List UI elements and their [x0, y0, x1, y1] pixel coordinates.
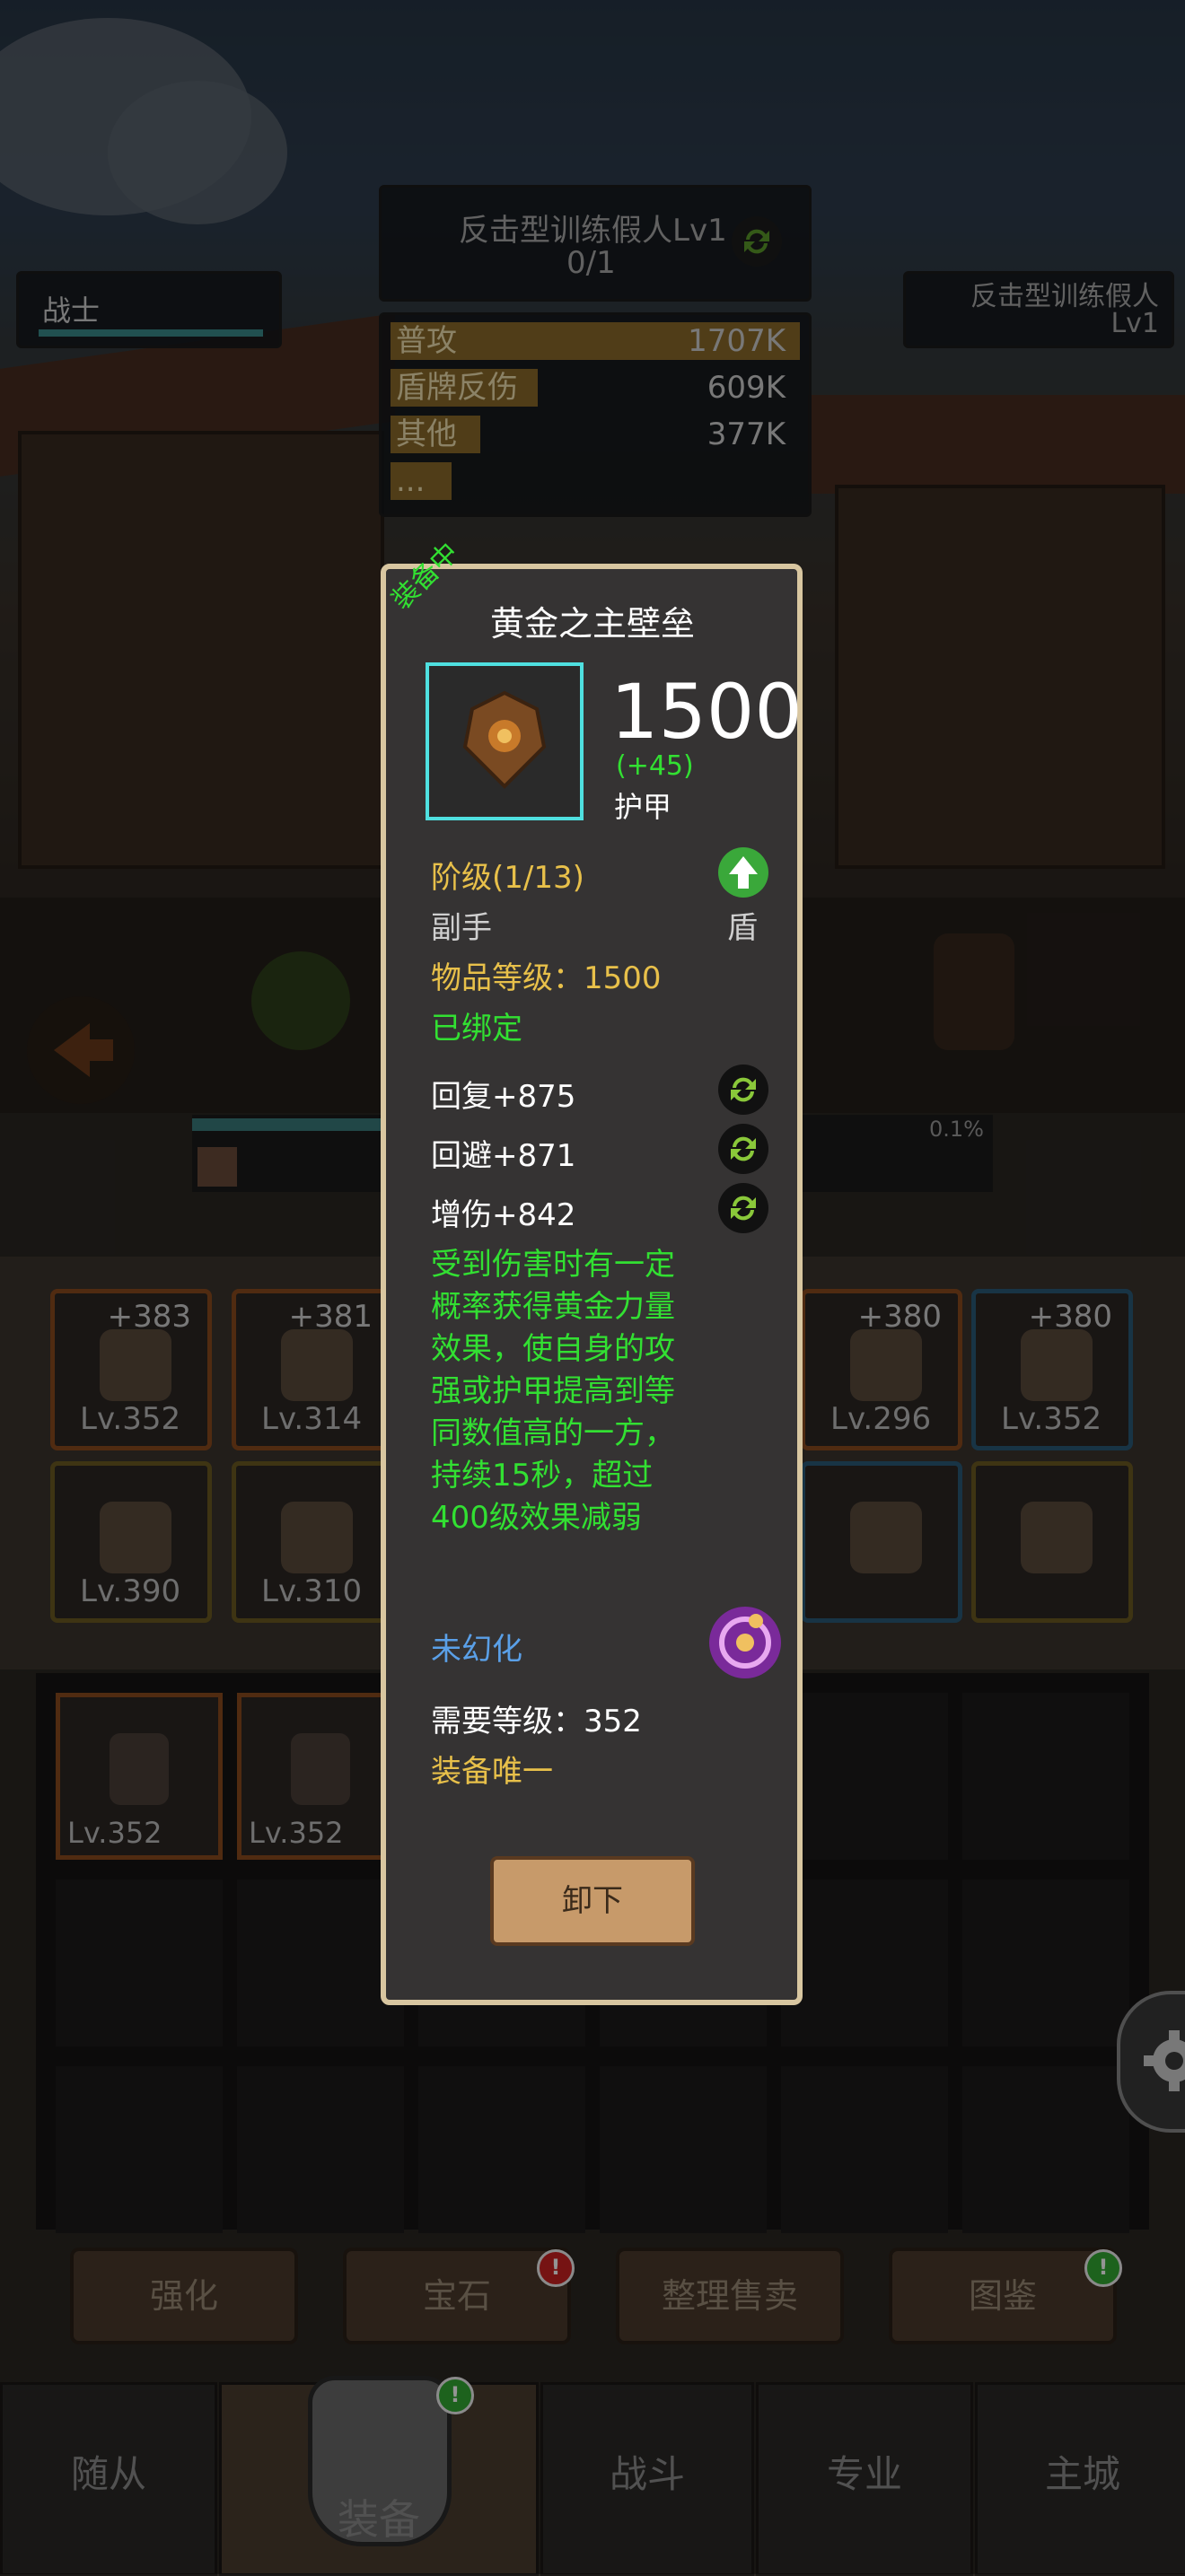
- illusion-status: 未幻化: [431, 1632, 522, 1668]
- item-icon-frame: [426, 662, 584, 820]
- reroll-stat-button[interactable]: [718, 1065, 768, 1115]
- effect-line: 同数值高的一方，: [431, 1415, 675, 1451]
- effect-description: 受到伤害时有一定 概率获得黄金力量 效果，使自身的攻 强或护甲提高到等 同数值高的一方，…: [431, 1244, 772, 1539]
- unique-tag: 装备唯一: [431, 1754, 553, 1790]
- armor-bonus: (+45): [616, 750, 694, 782]
- effect-line: 效果，使自身的攻: [431, 1331, 675, 1367]
- illusion-button[interactable]: [709, 1607, 781, 1678]
- item-detail-popup: 装备中 黄金之主壁垒 1500 (+45) 护甲 阶级(1/13) 副手 盾 物…: [381, 537, 803, 2005]
- armor-label: 护甲: [614, 790, 672, 824]
- effect-line: 概率获得黄金力量: [431, 1289, 675, 1325]
- reroll-icon: [731, 1196, 756, 1221]
- required-level: 需要等级：352: [431, 1704, 642, 1739]
- effect-line: 持续15秒，超过: [431, 1458, 654, 1494]
- item-tier: 阶级(1/13): [431, 860, 584, 896]
- sub-type: 盾: [727, 910, 758, 946]
- stat-line: 回复+875: [431, 1079, 576, 1115]
- upgrade-button[interactable]: [718, 847, 768, 898]
- stat-line: 回避+871: [431, 1138, 576, 1174]
- illusion-swirl-icon: [719, 1614, 771, 1669]
- bound-status: 已绑定: [431, 1011, 522, 1047]
- shield-icon: [462, 690, 547, 789]
- slot-type: 副手: [431, 910, 492, 946]
- arrow-up-icon: [729, 856, 758, 889]
- item-name: 黄金之主壁垒: [490, 604, 696, 644]
- reroll-stat-button[interactable]: [718, 1183, 768, 1233]
- reroll-stat-button[interactable]: [718, 1124, 768, 1174]
- armor-value: 1500: [610, 668, 803, 756]
- effect-line: 强或护甲提高到等: [431, 1373, 675, 1409]
- effect-line: 受到伤害时有一定: [431, 1247, 675, 1283]
- unequip-button[interactable]: 卸下: [490, 1856, 695, 1946]
- reroll-icon: [731, 1136, 756, 1161]
- stat-line: 增伤+842: [431, 1197, 576, 1233]
- reroll-icon: [731, 1077, 756, 1102]
- item-level: 物品等级：1500: [431, 960, 662, 996]
- effect-line: 400级效果减弱: [431, 1500, 642, 1536]
